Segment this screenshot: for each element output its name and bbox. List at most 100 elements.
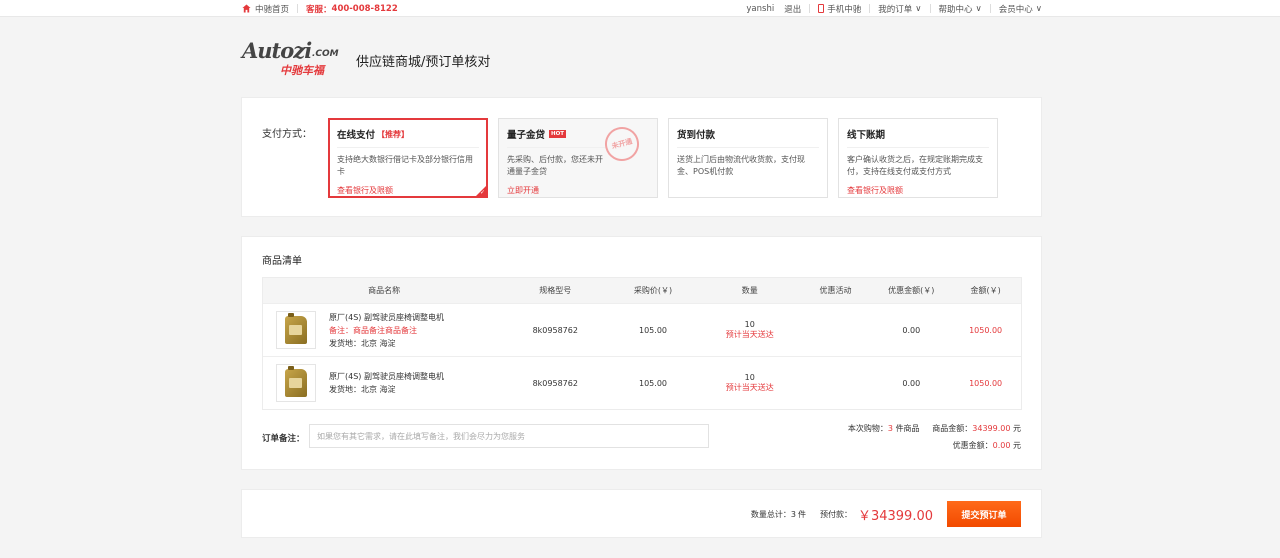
home-link[interactable]: 中驰首页 <box>255 3 289 15</box>
product-amount: 1050.00 <box>969 378 1003 388</box>
qty-cell: 10 预计当天送达 <box>701 373 799 393</box>
col-price: 采购价(￥) <box>633 286 673 295</box>
home-icon <box>242 4 251 13</box>
product-thumbnail[interactable] <box>276 311 316 349</box>
payment-option-online[interactable]: 在线支付 【推荐】 支持绝大数银行借记卡及部分银行信用卡 查看银行及限额 ✓ <box>328 118 488 198</box>
order-summary: 本次购物：3 件商品 商品金额：34399.00 元 <box>848 423 1021 434</box>
total-qty: 3 <box>790 509 796 519</box>
goods-amount: 34399.00 <box>972 424 1011 433</box>
divider <box>989 4 991 13</box>
mobile-link[interactable]: 手机中驰 <box>827 3 861 15</box>
product-amount: 1050.00 <box>969 325 1003 335</box>
product-model: 8k0958762 <box>532 325 578 335</box>
hot-badge: HOT <box>549 130 567 138</box>
goods-section: 商品清单 商品名称 规格型号 采购价(￥) 数量 优惠活动 优惠金额(￥) 金额… <box>241 236 1042 470</box>
help-menu[interactable]: 帮助中心 <box>939 3 973 15</box>
option-desc: 送货上门后由物流代收货款，支付现金、POS机付款 <box>677 147 819 185</box>
remark-label: 订单备注： <box>262 434 305 444</box>
option-title: 在线支付 <box>337 130 376 141</box>
total-qty-label: 数量总计： <box>750 509 791 519</box>
product-cell: 原厂(4S) 副驾驶员座椅调整电机 备注：商品备注商品备注 发货地：北京 海淀 <box>263 311 505 350</box>
chevron-down-icon: ∨ <box>975 3 982 14</box>
unit: 元 <box>1013 424 1021 433</box>
my-orders-menu[interactable]: 我的订单 <box>878 3 912 15</box>
table-row: 原厂(4S) 副驾驶员座椅调整电机 发货地：北京 海淀 8k0958762 10… <box>263 356 1021 409</box>
service-label: 客服： <box>306 4 332 15</box>
product-qty: 10 <box>744 373 755 382</box>
bank-limit-link[interactable]: 查看银行及限额 <box>847 185 989 196</box>
chevron-down-icon: ∨ <box>915 3 922 14</box>
oil-bottle-image <box>285 366 307 397</box>
col-model: 规格型号 <box>539 286 572 295</box>
product-discount: 0.00 <box>902 378 921 388</box>
discount-summary: 优惠金额：0.00 元 <box>953 440 1021 451</box>
goods-title: 商品清单 <box>262 256 302 267</box>
option-desc: 支持绝大数银行借记卡及部分银行信用卡 <box>337 147 479 185</box>
product-price: 105.00 <box>639 325 667 335</box>
product-origin: 发货地：北京 海淀 <box>329 338 396 348</box>
payment-option-cod[interactable]: 货到付款 送货上门后由物流代收货款，支付现金、POS机付款 <box>668 118 828 198</box>
unit: 元 <box>1013 441 1021 450</box>
logo-main: Autozi <box>242 38 312 63</box>
product-qty: 10 <box>744 320 755 329</box>
logo-com: .COM <box>312 49 339 59</box>
activate-link[interactable]: 立即开通 <box>507 185 649 196</box>
stamp-text: 未开通 <box>610 137 634 151</box>
goods-amount-label: 商品金额： <box>932 424 973 433</box>
col-promo: 优惠活动 <box>819 286 852 295</box>
product-name[interactable]: 原厂(4S) 副驾驶员座椅调整电机 <box>329 370 444 383</box>
member-menu[interactable]: 会员中心 <box>999 3 1033 15</box>
divider <box>869 4 871 13</box>
logo-cn: 中驰车福 <box>280 64 324 77</box>
service-phone: 400-008-8122 <box>331 3 398 14</box>
col-name: 商品名称 <box>368 286 401 295</box>
page-title: 供应链商城/预订单核对 <box>356 55 491 70</box>
top-bar-right: yanshi 退出 手机中驰 我的订单 ∨ 帮助中心 ∨ 会员中心 ∨ <box>746 0 1042 17</box>
divider <box>929 4 931 13</box>
count-suffix: 件商品 <box>895 424 920 433</box>
option-desc: 先采购、后付款，您还未开通量子金贷 <box>507 147 607 185</box>
product-thumbnail[interactable] <box>276 364 316 402</box>
delivery-note: 预计当天送达 <box>725 383 774 392</box>
bank-limit-link[interactable]: 查看银行及限额 <box>337 185 479 196</box>
product-model: 8k0958762 <box>532 378 578 388</box>
recommend-tag: 【推荐】 <box>377 129 410 139</box>
payment-option-credit[interactable]: 量子金贷 HOT 先采购、后付款，您还未开通量子金贷 立即开通 未开通 <box>498 118 658 198</box>
logout-link[interactable]: 退出 <box>784 3 801 15</box>
top-bar: 中驰首页 客服： 400-008-8122 yanshi 退出 手机中驰 我的订… <box>0 0 1280 17</box>
payment-section: 支付方式： 在线支付 【推荐】 支持绝大数银行借记卡及部分银行信用卡 查看银行及限… <box>241 97 1042 217</box>
product-name[interactable]: 原厂(4S) 副驾驶员座椅调整电机 <box>329 311 444 324</box>
col-qty: 数量 <box>741 286 758 295</box>
product-cell: 原厂(4S) 副驾驶员座椅调整电机 发货地：北京 海淀 <box>263 364 505 402</box>
username: yanshi <box>746 3 775 14</box>
option-title: 货到付款 <box>677 130 716 141</box>
prepay-label: 预付款： <box>819 509 852 519</box>
payment-option-offline[interactable]: 线下账期 客户确认收货之后，在规定账期完成支付，支持在线支付或支付方式 查看银行… <box>838 118 998 198</box>
top-bar-left: 中驰首页 客服： 400-008-8122 <box>242 0 398 17</box>
option-title: 量子金贷 <box>507 130 546 141</box>
phone-icon <box>818 4 825 13</box>
header: Autozi .COM 中驰车福 供应链商城/预订单核对 <box>242 38 1042 80</box>
qty-cell: 10 预计当天送达 <box>701 320 799 340</box>
product-price: 105.00 <box>639 378 667 388</box>
check-icon: ✓ <box>479 189 485 196</box>
remark-input[interactable] <box>309 424 709 448</box>
item-count: 3 <box>887 424 894 433</box>
chevron-down-icon: ∨ <box>1035 3 1042 14</box>
product-note: 备注：商品备注商品备注 <box>329 325 417 335</box>
divider <box>809 4 811 13</box>
prepay-amount: ￥34399.00 <box>857 508 933 524</box>
submit-order-button[interactable]: 提交预订单 <box>947 501 1021 527</box>
logo[interactable]: Autozi .COM 中驰车福 <box>242 38 342 80</box>
goods-table: 商品名称 规格型号 采购价(￥) 数量 优惠活动 优惠金额(￥) 金额(￥) 原… <box>262 277 1022 410</box>
col-discount: 优惠金额(￥) <box>888 286 935 295</box>
count-prefix: 本次购物： <box>847 424 888 433</box>
payment-label: 支付方式： <box>262 129 312 140</box>
qty-unit: 件 <box>797 509 806 519</box>
discount-label: 优惠金额： <box>952 441 993 450</box>
table-row: 原厂(4S) 副驾驶员座椅调整电机 备注：商品备注商品备注 发货地：北京 海淀 … <box>263 303 1021 356</box>
submit-bar: 数量总计： 3 件 预付款： ￥34399.00 提交预订单 <box>751 501 1021 527</box>
divider <box>297 4 299 13</box>
submit-section: 数量总计： 3 件 预付款： ￥34399.00 提交预订单 <box>241 489 1042 538</box>
oil-bottle-image <box>285 313 307 344</box>
